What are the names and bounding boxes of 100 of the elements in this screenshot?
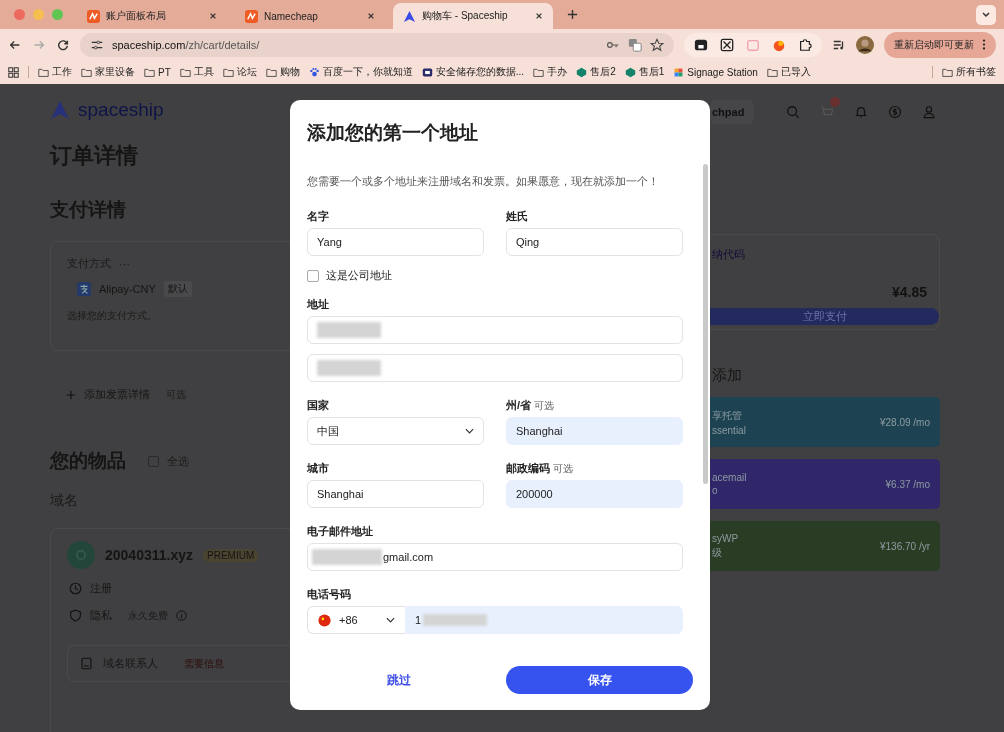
skip-button[interactable]: 跳过 xyxy=(382,667,415,693)
addon-card[interactable]: syWP 级 ¥136.70 /yr xyxy=(710,521,940,571)
bookmark[interactable]: 家里设备 xyxy=(81,65,135,79)
company-checkbox[interactable] xyxy=(307,269,319,282)
scrollbar-thumb[interactable] xyxy=(703,164,708,484)
folder-icon xyxy=(942,66,953,78)
redaction-blur xyxy=(317,322,381,338)
bookmark[interactable]: 已导入 xyxy=(766,65,811,79)
field-label: 州/省 xyxy=(506,398,532,413)
field-value: 200000 xyxy=(516,488,553,500)
addon-card[interactable]: acemail o ¥6.37 /mo xyxy=(710,459,940,509)
input-field[interactable]: Qing xyxy=(506,228,683,256)
field-label: 城市 xyxy=(307,461,329,476)
field-value: Yang xyxy=(317,236,342,248)
addon-subtitle: o xyxy=(712,485,718,496)
tab-favicon-icon xyxy=(87,9,100,23)
input-field[interactable]: gmail.com xyxy=(307,543,683,571)
bookmark[interactable]: 手办 xyxy=(533,65,568,79)
field-value: Shanghai xyxy=(317,488,364,500)
field-label: 电子邮件地址 xyxy=(307,524,373,539)
field-value: Shanghai xyxy=(516,425,563,437)
redaction-blur xyxy=(423,614,488,626)
bell-icon[interactable] xyxy=(854,104,869,119)
info-icon[interactable] xyxy=(176,610,187,621)
bookmark[interactable]: Signage Station xyxy=(673,66,758,78)
app-icon xyxy=(421,66,433,78)
site-settings-icon[interactable] xyxy=(90,37,104,52)
user-icon[interactable] xyxy=(922,104,937,119)
translate-icon[interactable] xyxy=(628,37,642,52)
new-tab-icon[interactable] xyxy=(567,9,578,20)
addon-price: ¥6.37 /mo xyxy=(885,478,930,490)
bookmark[interactable]: 安全储存您的数据... xyxy=(421,65,525,79)
field-label: 姓氏 xyxy=(506,209,528,224)
bookmark[interactable]: 所有书签 xyxy=(942,65,996,79)
chevron-down-icon xyxy=(465,428,474,434)
browser-tab[interactable]: 购物车 - Spaceship xyxy=(393,3,553,29)
coin-icon[interactable] xyxy=(888,104,903,119)
star-icon[interactable] xyxy=(650,37,664,52)
bookmark[interactable]: 论坛 xyxy=(222,65,257,79)
close-icon[interactable] xyxy=(535,12,543,20)
tab-favicon-icon xyxy=(403,9,416,23)
app-icon xyxy=(576,66,588,78)
input-field[interactable]: Yang xyxy=(307,228,484,256)
apps-icon[interactable] xyxy=(8,66,19,78)
avatar-icon[interactable] xyxy=(856,35,874,54)
folder-icon xyxy=(265,66,277,78)
phone-field[interactable]: 1 xyxy=(405,606,683,634)
close-icon[interactable] xyxy=(209,12,217,20)
search-icon[interactable] xyxy=(786,104,801,119)
addon-name: syWP xyxy=(712,532,739,544)
browser-tab[interactable]: 账户面板布局 xyxy=(77,3,227,29)
reload-icon[interactable] xyxy=(56,37,70,52)
country-code-select[interactable]: +86 xyxy=(307,606,405,634)
shield-icon xyxy=(69,609,82,622)
app-icon xyxy=(624,66,636,78)
url-text: spaceship.com/zh/cart/details/ xyxy=(112,38,260,51)
more-icon[interactable] xyxy=(982,39,986,50)
puzzle-icon[interactable] xyxy=(798,37,812,52)
save-button[interactable]: 保存 xyxy=(506,666,693,694)
country-select[interactable]: 中国 xyxy=(307,417,484,445)
field-label: 名字 xyxy=(307,209,329,224)
field-label: 国家 xyxy=(307,398,329,413)
optional-label: 可选 xyxy=(534,399,555,413)
addon-subtitle: ssential xyxy=(712,424,746,436)
bookmark[interactable]: PT xyxy=(144,66,171,78)
browser-tab[interactable]: Namecheap xyxy=(235,3,385,29)
alipay-icon xyxy=(77,282,91,296)
folder-icon xyxy=(38,66,49,78)
redaction-blur xyxy=(317,360,381,376)
input-field[interactable]: 200000 xyxy=(506,480,683,508)
field-label: 电话号码 xyxy=(307,587,351,602)
bookmark[interactable]: 购物 xyxy=(265,65,300,79)
bookmark[interactable]: 工作 xyxy=(38,65,72,79)
input-field[interactable] xyxy=(307,354,683,382)
field-value: 1 xyxy=(415,614,422,626)
address-bar[interactable]: spaceship.com/zh/cart/details/ xyxy=(80,32,674,57)
field-label: 邮政编码 xyxy=(506,461,550,476)
input-field[interactable] xyxy=(307,316,683,344)
select-all-checkbox[interactable] xyxy=(148,455,159,467)
folder-icon xyxy=(144,66,155,78)
bookmark[interactable]: 售后2 xyxy=(576,65,616,79)
window-close-button[interactable] xyxy=(14,9,25,20)
input-field[interactable]: Shanghai xyxy=(307,480,484,508)
addon-name: 享托管 xyxy=(712,408,742,423)
input-field[interactable]: Shanghai xyxy=(506,417,683,445)
clock-icon xyxy=(69,582,82,595)
close-icon[interactable] xyxy=(367,12,375,20)
bookmark[interactable]: 工具 xyxy=(179,65,214,79)
extension-icon[interactable] xyxy=(694,37,708,52)
extension-icon[interactable] xyxy=(720,37,734,52)
bookmark[interactable]: 售后1 xyxy=(624,65,665,79)
bookmark[interactable]: 百度一下，你就知道 xyxy=(308,65,413,79)
folder-icon xyxy=(222,66,234,78)
domain-icon xyxy=(67,541,95,569)
addon-card[interactable]: 享托管 ssential ¥28.09 /mo xyxy=(710,397,940,447)
paw-icon xyxy=(308,66,320,78)
field-value: gmail.com xyxy=(383,551,434,563)
dialog-title: 添加您的第一个地址 xyxy=(306,121,479,144)
update-button[interactable]: 重新启动即可更新 xyxy=(884,31,996,58)
tab-list-button[interactable] xyxy=(976,4,996,25)
